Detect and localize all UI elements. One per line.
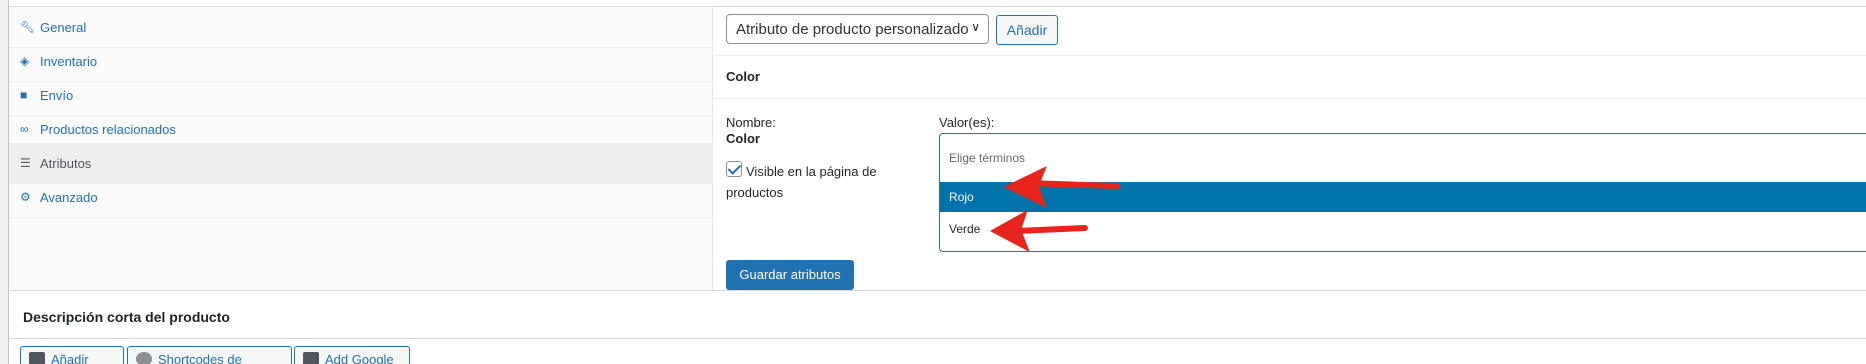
- media-icon: [29, 352, 45, 364]
- tab-avanzado[interactable]: ⚙ Avanzado: [9, 177, 713, 218]
- name-value: Color: [726, 131, 760, 146]
- divider: [9, 338, 1866, 339]
- attribute-type-select[interactable]: Atributo de producto personalizado ∨: [726, 14, 989, 44]
- list-icon: ☰: [20, 156, 31, 170]
- short-description-title: Descripción corta del producto: [23, 309, 230, 325]
- save-attributes-button[interactable]: Guardar atributos: [726, 260, 854, 290]
- tab-label: Productos relacionados: [40, 121, 176, 137]
- givewp-icon: [136, 352, 152, 364]
- chevron-down-icon: ∨: [971, 20, 980, 34]
- term-option-rojo[interactable]: Rojo: [940, 182, 1866, 212]
- tag-icon: ◈: [20, 54, 30, 68]
- divider: [9, 290, 1866, 291]
- values-label: Valor(es):: [939, 115, 995, 130]
- tab-label: Avanzado: [40, 189, 98, 205]
- tab-label: General: [40, 19, 87, 35]
- visible-label: Visible en la página de productos: [726, 164, 877, 200]
- product-data-tabs: 🔧︎ General ◈ Inventario ■ Envío ∞ Produc…: [9, 7, 713, 290]
- attributes-panel: Atributo de producto personalizado ∨ Aña…: [714, 7, 1866, 290]
- truck-icon: ■: [20, 88, 28, 102]
- link-icon: ∞: [20, 122, 29, 136]
- add-google-file-button[interactable]: Add Google File: [294, 346, 410, 364]
- add-media-button[interactable]: Añadir objeto: [20, 346, 124, 364]
- term-option-verde[interactable]: Verde: [940, 214, 1866, 244]
- wrench-icon: 🔧︎: [20, 20, 36, 34]
- add-attribute-button[interactable]: Añadir: [996, 15, 1058, 45]
- google-file-icon: [303, 352, 319, 364]
- attribute-title: Color: [726, 69, 760, 84]
- visible-checkbox[interactable]: [726, 161, 742, 177]
- name-label: Nombre:: [726, 115, 776, 130]
- product-data-panel: 🔧︎ General ◈ Inventario ■ Envío ∞ Produc…: [8, 0, 1866, 364]
- divider: [714, 98, 1866, 99]
- tab-label: Inventario: [40, 53, 98, 69]
- givewp-shortcodes-button[interactable]: Shortcodes de GiveWP: [127, 346, 292, 364]
- select-value: Atributo de producto personalizado: [736, 21, 969, 38]
- divider: [714, 55, 1866, 56]
- tab-label: Envío: [40, 87, 74, 103]
- gear-icon: ⚙: [20, 190, 31, 204]
- terms-search-input[interactable]: Elige términos: [949, 151, 1025, 165]
- terms-select[interactable]: Elige términos Rojo Verde: [939, 133, 1866, 252]
- tab-label: Atributos: [40, 155, 92, 171]
